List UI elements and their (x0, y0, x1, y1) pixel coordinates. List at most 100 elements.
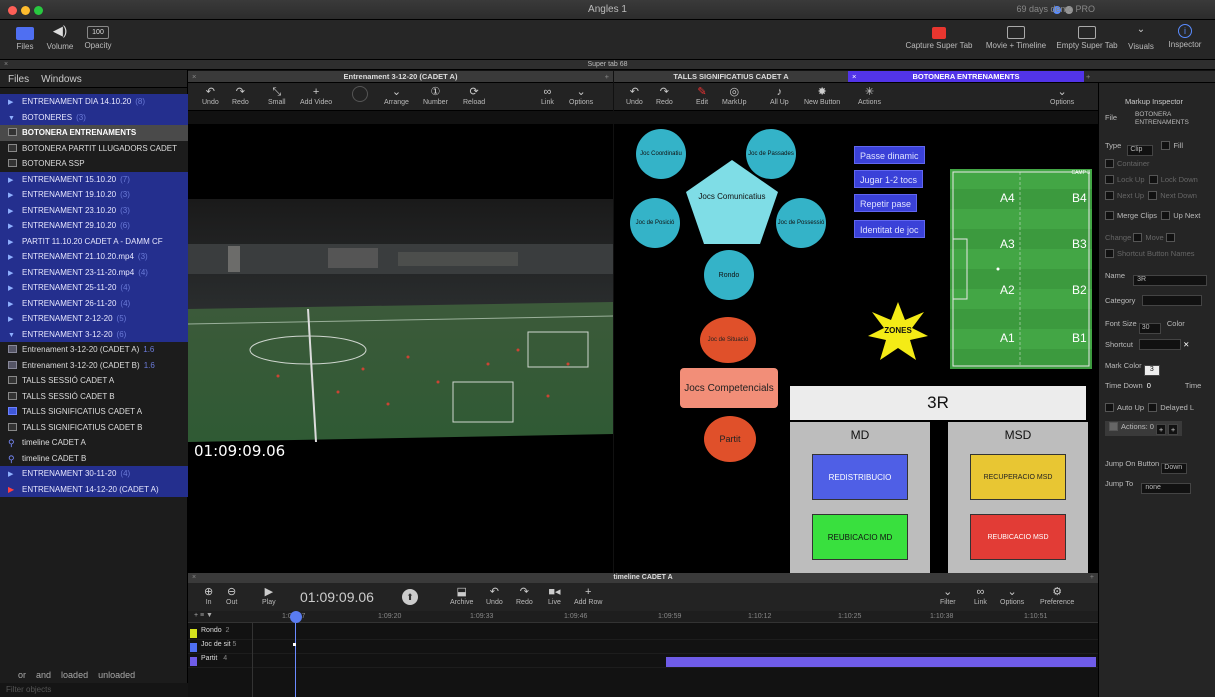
actions-button[interactable]: ✳ Actions (858, 86, 881, 106)
change-checkbox[interactable] (1133, 233, 1143, 242)
clear-shortcut-icon[interactable]: ✕ (1183, 340, 1189, 349)
jocs-comunicatius-button[interactable]: Jocs Comunicatius (684, 192, 780, 201)
shortcut-input[interactable] (1139, 339, 1182, 350)
live-button[interactable]: ■◂ Live (548, 586, 561, 606)
category-input[interactable] (1141, 295, 1202, 306)
playhead-handle[interactable] (290, 611, 302, 623)
list-item[interactable]: BOTONERA ENTRENAMENTS (0, 125, 188, 141)
list-item[interactable]: ▶ ENTRENAMENT DIA 14.10.20 (8) (0, 94, 188, 110)
capture-super-tab-button[interactable]: Capture Super Tab (901, 24, 977, 50)
add-timeline-icon[interactable]: + (1090, 573, 1094, 583)
list-item[interactable]: ⚲ timeline CADET A (0, 435, 188, 451)
shortcut-names-checkbox[interactable] (1105, 249, 1114, 258)
filter-and[interactable]: and (36, 670, 51, 680)
zone-a4[interactable]: A4 (1000, 191, 1015, 205)
zone-b1[interactable]: B1 (1072, 331, 1087, 345)
add-panel-icon[interactable]: + (605, 71, 609, 83)
list-item[interactable]: ▶ ENTRENAMENT 30-11-20 (4) (0, 466, 188, 482)
list-item[interactable]: TALLS SIGNIFICATIUS CADET A (0, 404, 188, 420)
close-tab-icon[interactable]: × (852, 71, 856, 83)
close-super-tab-icon[interactable]: × (4, 60, 8, 70)
markup-button[interactable]: ◎ MarkUp (722, 86, 747, 106)
container-checkbox[interactable] (1105, 159, 1114, 168)
next-up-checkbox[interactable] (1105, 191, 1114, 200)
list-item[interactable]: TALLS SIGNIFICATIUS CADET B (0, 419, 188, 435)
list-item[interactable]: ▶ ENTRENAMENT 2-12-20 (5) (0, 311, 188, 327)
actions-checkbox[interactable] (1109, 422, 1118, 431)
recuperacio-msd-button[interactable]: RECUPERACIO MSD (970, 454, 1066, 500)
move-checkbox[interactable] (1165, 233, 1175, 242)
list-item[interactable]: ⚲ timeline CADET B (0, 450, 188, 466)
zone-b4[interactable]: B4 (1072, 191, 1087, 205)
clip-marker[interactable] (293, 643, 296, 646)
zoom-in-button[interactable]: ⊕ In (204, 586, 213, 606)
undo-button[interactable]: ↶ Undo (626, 86, 643, 106)
filter-search-input[interactable]: Filter objects (0, 683, 188, 697)
zone-a3[interactable]: A3 (1000, 237, 1015, 251)
new-button-button[interactable]: ✸ New Button (804, 86, 840, 106)
preference-button[interactable]: ⚙ Preference (1040, 586, 1074, 606)
link-button[interactable]: ∞ Link (541, 86, 554, 106)
tab-windows[interactable]: Windows (41, 74, 82, 85)
jump-to-select[interactable]: none (1141, 483, 1192, 494)
joc-posicio-button[interactable]: Joc de Posició (630, 198, 680, 248)
list-item[interactable]: ▶ ENTRENAMENT 25-11-20 (4) (0, 280, 188, 296)
passe-dinamic-button[interactable]: Passe dinamic (854, 146, 925, 164)
redo-button[interactable]: ↷ Redo (516, 586, 533, 606)
list-item[interactable]: ▶ ENTRENAMENT 23.10.20 (3) (0, 202, 188, 218)
all-up-button[interactable]: ♪ All Up (770, 86, 789, 106)
lock-up-checkbox[interactable] (1105, 175, 1114, 184)
options-button[interactable]: ⌄ Options (1050, 86, 1074, 106)
add-action-button[interactable]: + (1156, 424, 1167, 435)
visuals-button[interactable]: ⌄ Visuals (1124, 24, 1158, 51)
filter-loaded[interactable]: loaded (61, 670, 88, 680)
list-item[interactable]: ▶ ENTRENAMENT 26-11-20 (4) (0, 295, 188, 311)
archive-button[interactable]: ⬓ Archive (450, 586, 473, 606)
empty-super-tab-button[interactable]: Empty Super Tab (1054, 24, 1120, 50)
zone-b2[interactable]: B2 (1072, 283, 1087, 297)
list-item[interactable]: ▶ ENTRENAMENT 19.10.20 (3) (0, 187, 188, 203)
redo-button[interactable]: ↷ Redo (656, 86, 673, 106)
undo-button[interactable]: ↶ Undo (202, 86, 219, 106)
record-button[interactable] (352, 86, 368, 102)
lock-down-checkbox[interactable] (1148, 175, 1158, 184)
filter-unloaded[interactable]: unloaded (98, 670, 135, 680)
list-item[interactable]: ▶ ENTRENAMENT 15.10.20 (7) (0, 171, 188, 187)
link-button[interactable]: ∞ Link (974, 586, 987, 606)
rondo-button[interactable]: Rondo (704, 250, 754, 300)
board-3r-title[interactable]: 3R (790, 386, 1086, 420)
reubicacio-md-button[interactable]: REUBICACIO MD (812, 514, 908, 560)
zone-a2[interactable]: A2 (1000, 283, 1015, 297)
zone-a1[interactable]: A1 (1000, 331, 1015, 345)
list-item[interactable]: BOTONERA SSP (0, 156, 188, 172)
list-item[interactable]: Entrenament 3-12-20 (CADET A) 1.6 (0, 342, 188, 358)
movie-timeline-button[interactable]: Movie + Timeline (979, 24, 1053, 50)
tab-talls-significatius[interactable]: TALLS SIGNIFICATIUS CADET A (614, 71, 848, 83)
zoom-out-button[interactable]: ⊖ Out (226, 586, 237, 606)
joc-situacio-button[interactable]: Joc de Situació (700, 317, 756, 363)
reubicacio-msd-button[interactable]: REUBICACIO MSD (970, 514, 1066, 560)
redo-button[interactable]: ↷ Redo (232, 86, 249, 106)
close-timeline-icon[interactable]: × (192, 573, 196, 583)
video-player[interactable]: 01:09:09.06 (188, 124, 613, 573)
next-down-checkbox[interactable] (1148, 191, 1158, 200)
add-track-icon[interactable]: + ≡ ▼ (194, 612, 213, 619)
list-item[interactable]: ▶ ENTRENAMENT 29.10.20 (6) (0, 218, 188, 234)
upload-button[interactable]: ⬆ (402, 589, 418, 605)
filter-or[interactable]: or (18, 670, 26, 680)
partit-clip[interactable] (666, 657, 1096, 667)
tab-files[interactable]: Files (8, 74, 29, 85)
add-row-button[interactable]: + Add Row (574, 586, 602, 606)
fill-checkbox[interactable] (1161, 141, 1171, 150)
delayed-checkbox[interactable] (1148, 403, 1158, 412)
add-tab-icon[interactable]: + (1086, 71, 1090, 83)
list-item[interactable]: ▶ ENTRENAMENT 21.10.20.mp4 (3) (0, 249, 188, 265)
joc-possessio-button[interactable]: Joc de Possessió (776, 198, 826, 248)
zones-button[interactable]: ZONES (868, 326, 928, 335)
jump-on-select[interactable]: Down (1161, 463, 1188, 474)
list-item[interactable]: ▶ ENTRENAMENT 23-11-20.mp4 (4) (0, 264, 188, 280)
filter-button[interactable]: ⌄ Filter (940, 586, 956, 606)
opacity-control[interactable]: 100 Opacity (80, 24, 116, 50)
options-button[interactable]: ⌄ Options (569, 86, 593, 106)
files-button[interactable]: Files (10, 24, 40, 51)
